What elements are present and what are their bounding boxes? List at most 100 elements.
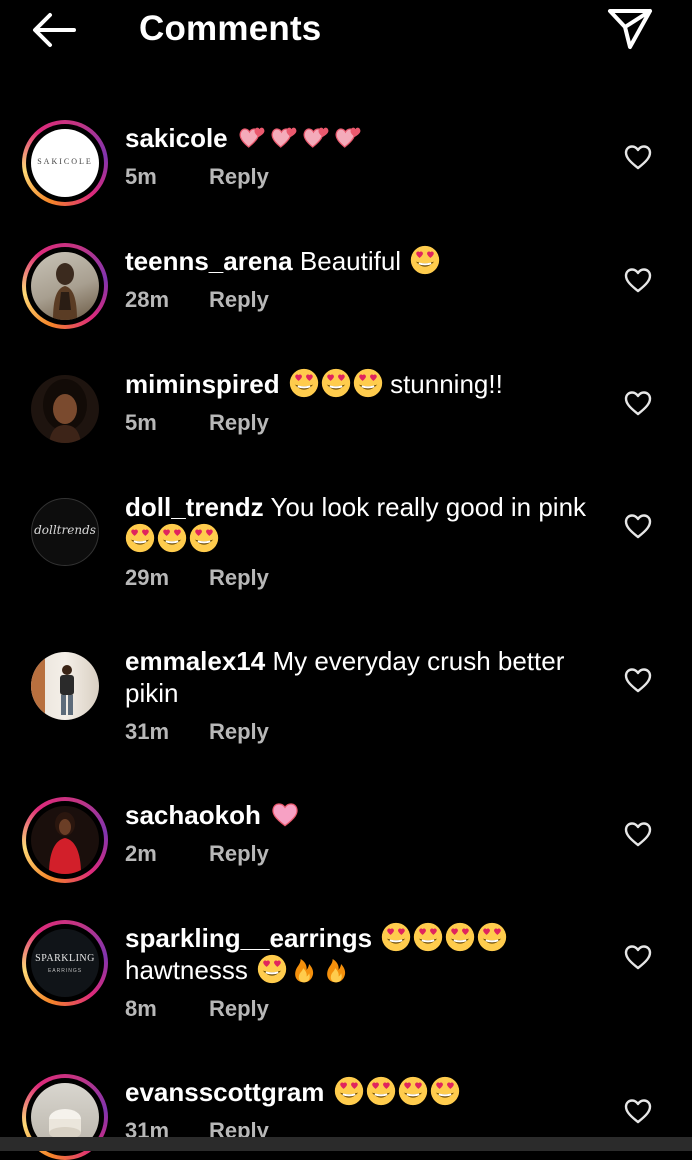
pink-heart-icon <box>270 799 300 829</box>
two-hearts-icon <box>269 122 299 152</box>
heart-eyes-icon <box>398 1076 428 1106</box>
share-button[interactable] <box>604 5 656 53</box>
heart-eyes-icon <box>289 368 319 398</box>
heart-outline-icon <box>624 1098 652 1124</box>
avatar[interactable] <box>31 806 99 874</box>
avatar-container: SAKICOLE <box>22 120 108 206</box>
reply-button[interactable]: Reply <box>209 996 269 1021</box>
comment-username[interactable]: sachaokoh <box>125 800 261 830</box>
comment-username[interactable]: sparkling__earrings <box>125 923 372 953</box>
like-button[interactable] <box>624 267 652 293</box>
man-standing-icon <box>31 652 74 720</box>
comment-time: 29m <box>125 565 170 590</box>
avatar-logo-text: dolltrends <box>34 523 96 537</box>
avatar-container: dolltrends <box>22 489 108 575</box>
reply-button[interactable]: Reply <box>209 565 269 590</box>
like-button[interactable] <box>624 944 652 970</box>
heart-eyes-icon <box>321 368 351 398</box>
reply-button[interactable]: Reply <box>209 410 269 435</box>
heart-eyes-icon <box>157 523 187 553</box>
avatar-logo-text: SAKICOLE <box>37 157 93 166</box>
heart-eyes-icon <box>410 245 440 275</box>
bottom-bar <box>0 1137 692 1151</box>
comment-time: 31m <box>125 719 170 744</box>
heart-outline-icon <box>624 390 652 416</box>
like-button[interactable] <box>624 390 652 416</box>
comment-time: 5m <box>125 164 157 189</box>
heart-outline-icon <box>624 267 652 293</box>
comment-time: 2m <box>125 841 157 866</box>
avatar-logo-subtext: EARRINGS <box>47 968 83 974</box>
heart-eyes-icon <box>125 523 155 553</box>
like-button[interactable] <box>624 667 652 693</box>
comment-body: doll_trendz You look really good in pink… <box>125 491 605 591</box>
page-title: Comments <box>139 9 322 48</box>
avatar-container <box>22 243 108 329</box>
comment-username[interactable]: miminspired <box>125 369 280 399</box>
comment-username[interactable]: teenns_arena <box>125 246 293 276</box>
avatar-container <box>22 366 108 452</box>
like-button[interactable] <box>624 144 652 170</box>
two-hearts-icon <box>333 122 363 152</box>
woman-portrait-icon <box>43 379 87 443</box>
comment-text: hawtnesss <box>125 955 248 985</box>
heart-outline-icon <box>624 944 652 970</box>
avatar[interactable] <box>31 375 99 443</box>
avatar[interactable]: dolltrends <box>31 498 99 566</box>
heart-eyes-icon <box>413 922 443 952</box>
reply-button[interactable]: Reply <box>209 841 269 866</box>
heart-eyes-icon <box>366 1076 396 1106</box>
woman-photo-icon <box>53 263 77 320</box>
like-button[interactable] <box>624 821 652 847</box>
heart-eyes-icon <box>334 1076 364 1106</box>
two-hearts-icon <box>301 122 331 152</box>
heart-eyes-icon <box>353 368 383 398</box>
heart-outline-icon <box>624 513 652 539</box>
comment-time: 8m <box>125 996 157 1021</box>
comment-body: sachaokoh 2m Reply <box>125 799 605 867</box>
back-button[interactable] <box>30 10 78 50</box>
heart-eyes-icon <box>257 954 287 984</box>
heart-outline-icon <box>624 667 652 693</box>
heart-outline-icon <box>624 821 652 847</box>
comment-username[interactable]: evansscottgram <box>125 1077 324 1107</box>
comment-username[interactable]: doll_trendz <box>125 492 264 522</box>
comment-text: You look really good in pink <box>270 492 587 522</box>
header-bar: Comments <box>0 0 692 60</box>
avatar-container <box>22 643 108 729</box>
avatar-container: SPARKLING EARRINGS <box>22 920 108 1006</box>
heart-eyes-icon <box>381 922 411 952</box>
comment-body: sakicole 5m Reply <box>125 122 605 190</box>
heart-eyes-icon <box>477 922 507 952</box>
like-button[interactable] <box>624 1098 652 1124</box>
arrow-left-icon <box>33 13 76 47</box>
fire-icon <box>321 954 351 984</box>
comment-text: stunning!! <box>390 369 503 399</box>
reply-button[interactable]: Reply <box>209 287 269 312</box>
comment-username[interactable]: sakicole <box>125 123 228 153</box>
avatar-logo-text: SPARKLING <box>35 953 95 964</box>
avatar[interactable] <box>31 652 99 720</box>
comment-time: 28m <box>125 287 170 312</box>
reply-button[interactable]: Reply <box>209 164 269 189</box>
comment-body: miminspired stunning!! 5m Reply <box>125 368 605 436</box>
avatar[interactable]: SPARKLING EARRINGS <box>31 929 99 997</box>
comment-body: teenns_arena Beautiful 28m Reply <box>125 245 605 313</box>
reply-button[interactable]: Reply <box>209 719 269 744</box>
paper-plane-icon <box>608 9 652 49</box>
fire-icon <box>289 954 319 984</box>
comment-body: evansscottgram 31m Reply <box>125 1076 605 1144</box>
like-button[interactable] <box>624 513 652 539</box>
comment-body: emmalex14 My everyday crush better pikin… <box>125 645 605 745</box>
heart-eyes-icon <box>430 1076 460 1106</box>
avatar[interactable]: SAKICOLE <box>31 129 99 197</box>
two-hearts-icon <box>237 122 267 152</box>
avatar[interactable] <box>31 252 99 320</box>
comment-time: 5m <box>125 410 157 435</box>
avatar-container <box>22 797 108 883</box>
comment-username[interactable]: emmalex14 <box>125 646 265 676</box>
heart-eyes-icon <box>189 523 219 553</box>
heart-outline-icon <box>624 144 652 170</box>
heart-eyes-icon <box>445 922 475 952</box>
woman-red-dress-icon <box>49 812 81 874</box>
